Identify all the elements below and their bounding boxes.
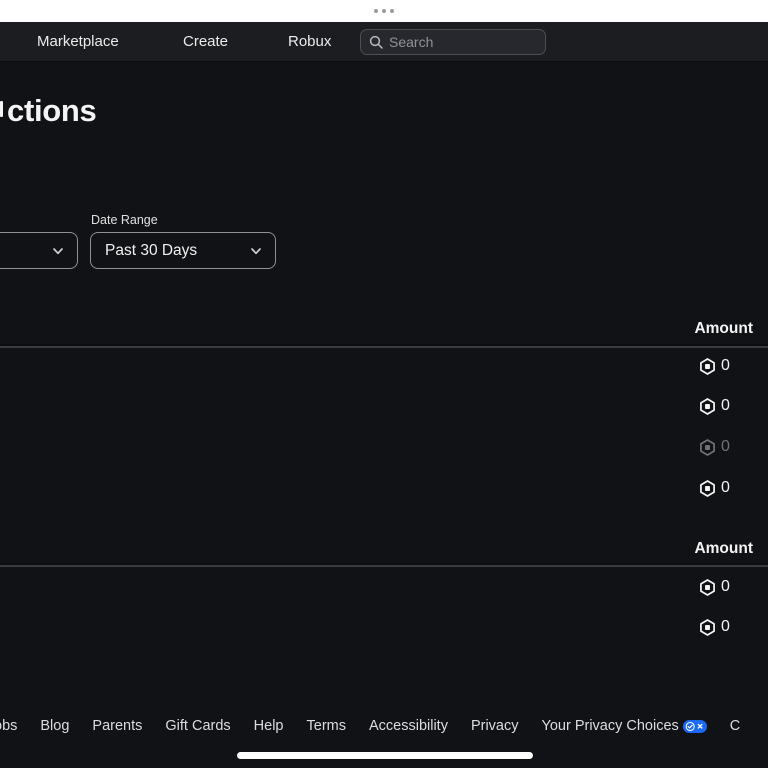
page-title: ctions — [7, 93, 97, 128]
nav-item-marketplace[interactable]: Marketplace — [37, 22, 119, 62]
horizontal-scrollbar-thumb[interactable] — [237, 752, 533, 759]
table-header-divider — [0, 563, 768, 567]
robux-icon — [700, 618, 715, 636]
date-range-dropdown[interactable]: Past 30 Days — [90, 232, 276, 269]
footer-link-help[interactable]: Help — [254, 718, 284, 734]
amount-value: 0 — [721, 438, 730, 455]
transaction-row: 0 — [698, 396, 730, 416]
date-range-label: Date Range — [91, 213, 158, 227]
amount-value: 0 — [721, 578, 730, 595]
footer-link-terms[interactable]: Terms — [307, 718, 346, 734]
footer-link-gift-cards[interactable]: Gift Cards — [165, 718, 230, 734]
search-input[interactable]: Search — [360, 29, 546, 55]
amount-value: 0 — [721, 618, 730, 635]
top-navbar: Marketplace Create Robux Search — [0, 22, 768, 62]
footer-link-your-privacy-choices[interactable]: Your Privacy Choices — [542, 718, 707, 734]
footer-link-privacy[interactable]: Privacy — [471, 718, 519, 734]
robux-icon — [700, 397, 715, 415]
transaction-row: 0 — [698, 478, 730, 498]
footer-link-accessibility[interactable]: Accessibility — [369, 718, 448, 734]
search-icon — [369, 35, 383, 49]
robux-icon — [700, 578, 715, 596]
transaction-row: 0 — [698, 356, 730, 376]
chevron-down-icon — [53, 247, 63, 254]
nav-item-create[interactable]: Create — [183, 22, 228, 62]
amount-value: 0 — [721, 397, 730, 414]
amount-column-header: Amount — [694, 320, 753, 337]
window-drag-dots-icon[interactable] — [374, 9, 394, 13]
chevron-down-icon — [251, 247, 261, 254]
transaction-row: 0 — [698, 577, 730, 597]
transaction-row: 0 — [698, 617, 730, 637]
footer-link-blog[interactable]: Blog — [40, 718, 69, 734]
search-placeholder: Search — [389, 34, 434, 50]
amount-value: 0 — [721, 357, 730, 374]
amount-column-header: Amount — [694, 540, 753, 557]
transaction-row-dimmed: 0 — [698, 437, 730, 457]
footer-link-jobs-clipped[interactable]: obs — [0, 718, 17, 734]
robux-icon — [700, 438, 715, 456]
date-range-value: Past 30 Days — [105, 241, 198, 259]
amount-value: 0 — [721, 479, 730, 496]
window-top-strip — [0, 0, 768, 22]
robux-icon — [700, 479, 715, 497]
clipped-letter-fragment — [0, 101, 3, 117]
footer-link-parents[interactable]: Parents — [92, 718, 142, 734]
roblox-transactions-page: Marketplace Create Robux Search ctions D… — [0, 0, 768, 768]
footer-link-cookie-clipped[interactable]: C — [730, 718, 740, 734]
table-header-divider — [0, 344, 768, 348]
nav-item-robux[interactable]: Robux — [288, 22, 331, 62]
privacy-choices-icon — [682, 719, 707, 733]
robux-icon — [700, 357, 715, 375]
transaction-type-dropdown[interactable] — [0, 232, 78, 269]
footer-links: obs Blog Parents Gift Cards Help Terms A… — [0, 716, 740, 736]
